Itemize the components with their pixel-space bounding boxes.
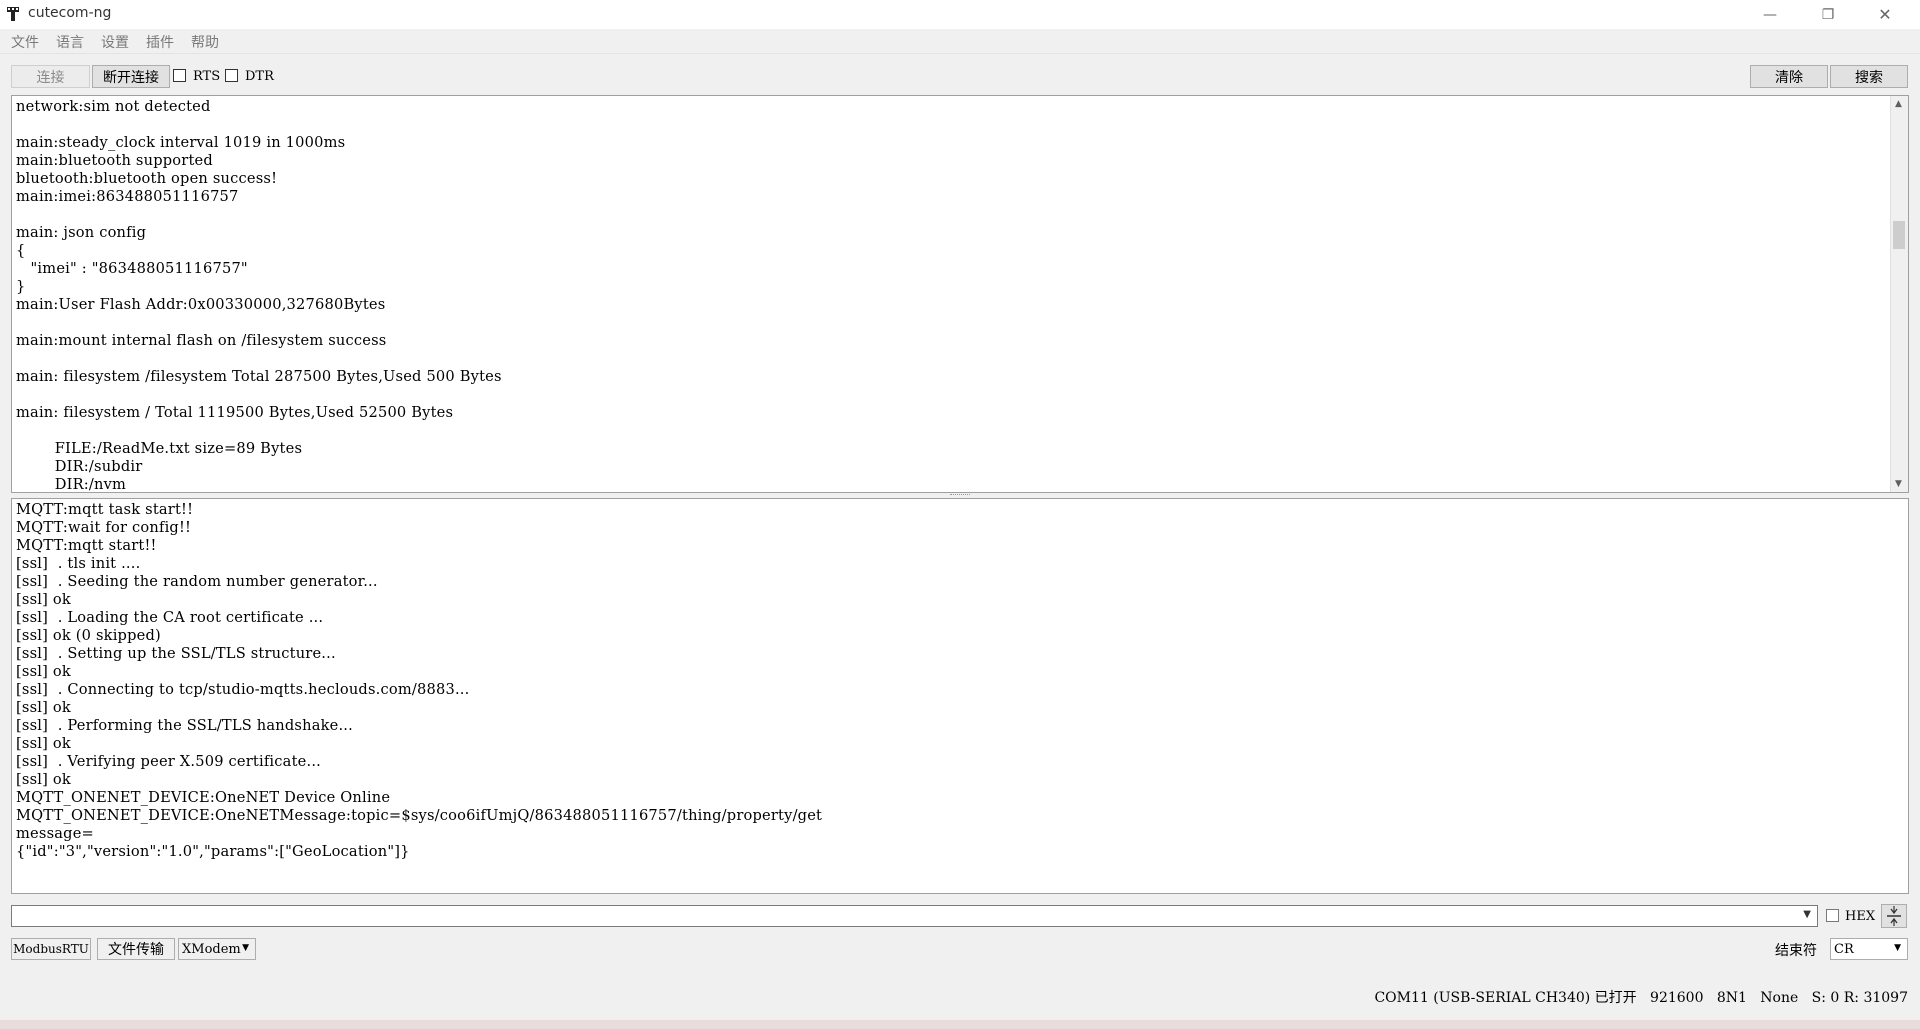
disconnect-button[interactable]: 断开连接: [92, 65, 170, 88]
search-button[interactable]: 搜索: [1830, 65, 1908, 88]
hex-checkbox[interactable]: [1826, 909, 1839, 922]
splitter-handle[interactable]: [950, 494, 970, 497]
connect-button[interactable]: 连接: [11, 65, 90, 88]
chevron-down-icon: ▼: [1894, 943, 1901, 953]
menu-bar: 文件 语言 设置 插件 帮助: [0, 29, 1920, 54]
scrollbar-thumb[interactable]: [1893, 221, 1905, 249]
menu-language[interactable]: 语言: [56, 32, 84, 52]
dtr-checkbox[interactable]: [225, 69, 238, 82]
split-icon: [1887, 906, 1901, 926]
line-end-select-value: CR: [1834, 942, 1854, 957]
chevron-down-icon[interactable]: ▼: [1803, 909, 1811, 920]
window-title: cutecom-ng: [28, 5, 112, 21]
maximize-icon[interactable]: ❐: [1805, 0, 1851, 29]
status-flow: None: [1760, 990, 1799, 1006]
line-end-label: 结束符: [1775, 943, 1817, 959]
file-transfer-button[interactable]: 文件传输: [97, 938, 175, 960]
split-toggle-button[interactable]: [1881, 904, 1907, 928]
status-port: COM11 (USB-SERIAL CH340) 已打开: [1374, 990, 1637, 1006]
status-bar: COM11 (USB-SERIAL CH340) 已打开 921600 8N1 …: [1374, 987, 1908, 1007]
menu-file[interactable]: 文件: [11, 32, 39, 52]
status-counters: S: 0 R: 31097: [1811, 990, 1908, 1006]
output-pane-bottom[interactable]: MQTT:mqtt task start!! MQTT:wait for con…: [11, 498, 1909, 894]
modbus-button[interactable]: ModbusRTU: [11, 938, 91, 960]
scrollbar[interactable]: ▲ ▼: [1890, 96, 1908, 492]
app-icon: [7, 7, 19, 21]
status-baud: 921600: [1650, 990, 1704, 1006]
title-bar: cutecom-ng — ❐ ✕: [0, 0, 1920, 29]
status-format: 8N1: [1716, 990, 1747, 1006]
line-end-select[interactable]: CR ▼: [1830, 938, 1908, 960]
menu-plugins[interactable]: 插件: [146, 32, 174, 52]
clear-button[interactable]: 清除: [1750, 65, 1828, 88]
chevron-down-icon: ▼: [242, 943, 249, 953]
window-bottom-edge: [0, 1020, 1920, 1029]
minimize-icon[interactable]: —: [1747, 0, 1793, 29]
rts-label: RTS: [193, 69, 221, 84]
output-pane-top[interactable]: network:sim not detected main:steady_clo…: [11, 95, 1909, 493]
scroll-down-icon[interactable]: ▼: [1895, 479, 1902, 489]
protocol-select[interactable]: XModem ▼: [178, 938, 256, 960]
command-input[interactable]: ▼: [11, 905, 1818, 927]
protocol-select-value: XModem: [182, 942, 241, 957]
menu-settings[interactable]: 设置: [101, 32, 129, 52]
hex-label: HEX: [1845, 909, 1876, 924]
scroll-up-icon[interactable]: ▲: [1895, 99, 1902, 109]
output-log-top: network:sim not detected main:steady_clo…: [16, 98, 502, 493]
output-log-bottom: MQTT:mqtt task start!! MQTT:wait for con…: [16, 501, 823, 860]
close-icon[interactable]: ✕: [1862, 0, 1908, 29]
menu-help[interactable]: 帮助: [191, 32, 219, 52]
rts-checkbox[interactable]: [173, 69, 186, 82]
dtr-label: DTR: [245, 69, 274, 84]
